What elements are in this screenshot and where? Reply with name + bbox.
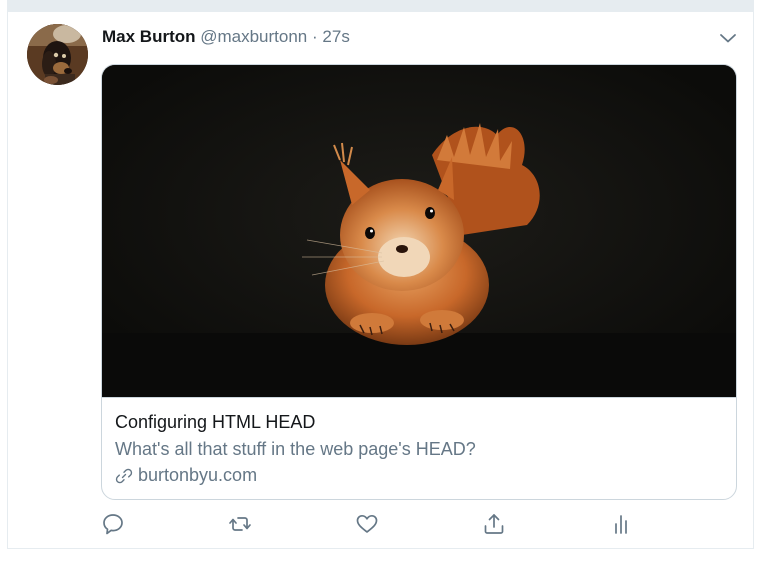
card-domain[interactable]: burtonbyu.com [115,465,257,486]
retweet-icon[interactable] [227,511,253,537]
squirrel-photo [102,65,736,397]
timeline-divider [7,0,754,12]
page: Max Burton @maxburtonn · 27s Configuring… [0,0,763,561]
separator-dot: · [312,27,318,46]
chevron-down-icon[interactable] [718,28,738,48]
tweet[interactable]: Max Burton @maxburtonn · 27s Configuring… [7,12,754,549]
author-handle[interactable]: @maxburtonn [200,27,307,46]
card-image[interactable] [102,65,736,398]
analytics-icon[interactable] [608,511,634,537]
link-card[interactable]: Configuring HTML HEAD What's all that st… [101,64,737,500]
author-name[interactable]: Max Burton [102,27,196,46]
avatar[interactable] [27,24,88,85]
link-icon [115,467,133,485]
card-domain-text: burtonbyu.com [138,465,258,485]
tweet-header: Max Burton @maxburtonn · 27s [102,26,350,48]
dachshund-avatar-icon [27,24,88,85]
card-title[interactable]: Configuring HTML HEAD [115,412,315,433]
heart-icon[interactable] [354,511,380,537]
tweet-actions [8,511,755,539]
card-description: What's all that stuff in the web page's … [115,439,476,459]
reply-icon[interactable] [100,511,126,537]
timestamp[interactable]: 27s [322,27,349,46]
share-icon[interactable] [481,511,507,537]
